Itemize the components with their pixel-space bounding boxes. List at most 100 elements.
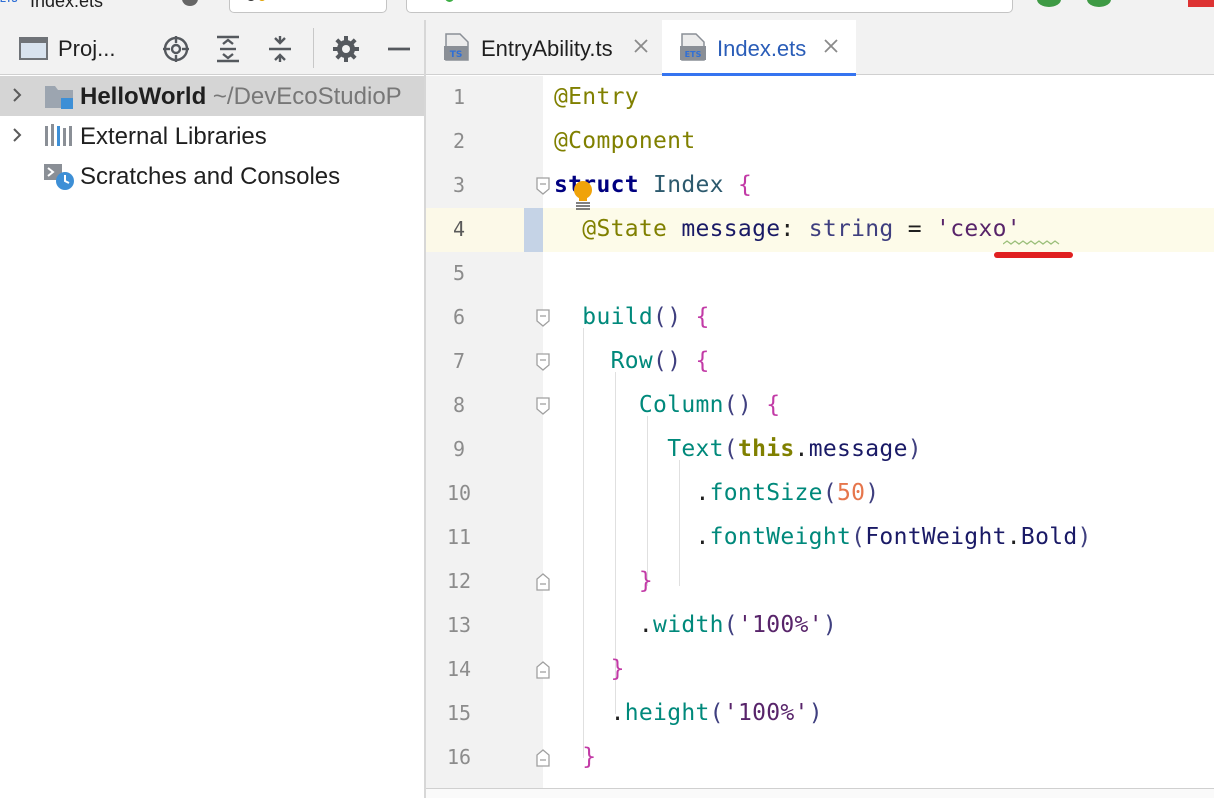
typo-squiggle [1003, 240, 1060, 245]
code-text: .fontWeight(FontWeight.Bold) [695, 524, 1092, 550]
code-text: @Entry [554, 84, 639, 110]
project-name: HelloWorld [80, 83, 207, 110]
line-number: 7 [452, 349, 466, 373]
line-number: 2 [452, 129, 466, 153]
ts-file-icon: TS [444, 32, 470, 62]
ets-file-icon: ETS [680, 32, 706, 62]
line-number: 3 [452, 173, 466, 197]
code-text: } [582, 744, 597, 770]
hide-panel-icon[interactable] [384, 34, 414, 64]
line-number: 9 [452, 437, 466, 461]
line-number: 4 [452, 217, 466, 241]
line-number: 8 [452, 393, 466, 417]
code-text: @Component [554, 128, 696, 154]
line-number: 13 [446, 613, 472, 637]
code-line: 7 Row() { [426, 340, 1214, 384]
code-line: 5 [426, 252, 1214, 296]
line-number: 12 [446, 569, 472, 593]
tree-item-label: External Libraries [80, 123, 267, 150]
tree-item-scratches[interactable]: Scratches and Consoles [0, 156, 424, 196]
code-line: 6 build() { [426, 296, 1214, 340]
fold-end-icon[interactable] [534, 572, 552, 592]
run-icon[interactable] [1037, 0, 1061, 7]
tab-entryability-ts[interactable]: TS EntryAbility.ts [426, 20, 662, 75]
code-line: 16 } [426, 736, 1214, 780]
tree-item-label: Scratches and Consoles [80, 163, 341, 190]
code-text: } [610, 656, 625, 682]
chevron-right-icon[interactable] [9, 127, 25, 143]
code-line: 2 @Component [426, 120, 1214, 164]
tree-item-external-libraries[interactable]: External Libraries [0, 116, 424, 156]
code-line: 12 } [426, 560, 1214, 604]
app-icon [246, 0, 256, 1]
code-text: Text(this.message) [667, 436, 922, 462]
tree-item-label: HelloWorld ~/DevEcoStudioP [80, 83, 402, 111]
code-text: .fontSize(50) [695, 480, 880, 506]
stop-icon[interactable] [1188, 0, 1214, 7]
target-icon[interactable] [182, 0, 198, 6]
code-line: 1 @Entry [426, 76, 1214, 120]
tree-item-helloworld[interactable]: HelloWorld ~/DevEcoStudioP [0, 76, 424, 116]
close-icon[interactable] [630, 35, 652, 57]
locate-file-icon[interactable] [161, 34, 191, 64]
annotation-underline [994, 252, 1073, 258]
toolbar-file-label[interactable]: Index.ets [30, 0, 103, 12]
tab-index-ets[interactable]: ETS Index.ets [662, 20, 856, 76]
code-text: .width('100%') [638, 612, 837, 638]
line-number: 5 [452, 261, 466, 285]
tab-label: Index.ets [717, 36, 807, 61]
ets-file-icon: ETS [0, 0, 22, 6]
project-view-icon[interactable] [19, 37, 48, 60]
fold-toggle-icon[interactable] [534, 396, 552, 416]
line-number: 1 [452, 85, 466, 109]
code-editor[interactable]: 1 @Entry 2 @Component 3 struct Index { 4… [426, 76, 1214, 798]
chevron-right-icon[interactable] [9, 87, 25, 103]
debug-icon[interactable] [1087, 0, 1111, 7]
expand-all-icon[interactable] [213, 34, 243, 64]
collapse-all-icon[interactable] [265, 34, 295, 64]
main-toolbar: ETS Index.ets [0, 0, 1214, 20]
code-line: 14 } [426, 648, 1214, 692]
line-number: 6 [452, 305, 466, 329]
lightbulb-icon[interactable] [572, 180, 594, 210]
code-line: 3 struct Index { [426, 164, 1214, 208]
code-text: .height('100%') [610, 700, 823, 726]
project-panel-title[interactable]: Proj... [58, 36, 115, 62]
code-line: 13 .width('100%') [426, 604, 1214, 648]
module-folder-icon [43, 82, 75, 110]
code-line: 8 Column() { [426, 384, 1214, 428]
fold-toggle-icon[interactable] [534, 176, 552, 196]
project-tree: HelloWorld ~/DevEcoStudioP External Libr… [0, 76, 424, 798]
code-text: @State message: string = 'cexo' [582, 216, 1021, 242]
line-number: 10 [446, 481, 472, 505]
fold-toggle-icon[interactable] [534, 352, 552, 372]
vcs-change-marker[interactable] [524, 208, 543, 252]
svg-text:TS: TS [450, 50, 463, 60]
code-text: build() { [582, 304, 710, 330]
gear-icon[interactable] [331, 34, 361, 64]
code-text: Column() { [638, 392, 781, 418]
code-line: 10 .fontSize(50) [426, 472, 1214, 516]
library-icon [43, 122, 75, 150]
line-number: 15 [446, 701, 472, 725]
code-text: Row() { [610, 348, 710, 374]
warning-dot-icon [258, 0, 266, 1]
fold-end-icon[interactable] [534, 660, 552, 680]
code-line: 15 .height('100%') [426, 692, 1214, 736]
device-selector[interactable] [406, 0, 1013, 13]
toolbar-separator [313, 28, 314, 68]
close-icon[interactable] [820, 35, 842, 57]
line-number: 16 [446, 745, 472, 769]
attach-debugger-icon[interactable] [1140, 0, 1164, 7]
fold-toggle-icon[interactable] [534, 308, 552, 328]
project-panel-header: Proj... [0, 20, 424, 75]
editor-tab-bar: TS EntryAbility.ts ETS Index.ets [426, 20, 1214, 76]
code-line: 11 .fontWeight(FontWeight.Bold) [426, 516, 1214, 560]
svg-text:ETS: ETS [685, 50, 702, 59]
device-icon [445, 0, 454, 2]
fold-end-icon[interactable] [534, 748, 552, 768]
run-configuration-selector[interactable] [229, 0, 387, 13]
scratches-icon [43, 162, 75, 190]
code-text: } [638, 568, 654, 594]
horizontal-scrollbar[interactable] [426, 788, 1214, 798]
